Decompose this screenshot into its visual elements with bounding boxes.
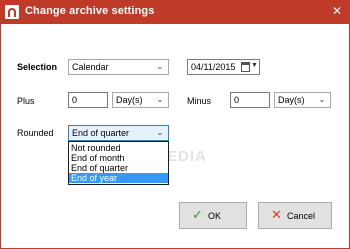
date-picker[interactable]: 04/11/2015 ▼ — [187, 59, 260, 75]
rounded-value: End of quarter — [72, 128, 130, 138]
rounded-combobox[interactable]: End of quarter ⌄ — [68, 125, 169, 141]
date-value: 04/11/2015 — [191, 62, 236, 72]
rounded-label: Rounded — [17, 128, 54, 138]
x-icon: ✕ — [271, 207, 282, 222]
check-icon: ✓ — [192, 207, 203, 222]
chevron-down-icon: ⌄ — [156, 95, 164, 104]
chevron-down-icon: ⌄ — [318, 95, 326, 104]
selection-value: Calendar — [72, 62, 109, 72]
chevron-down-icon: ⌄ — [156, 62, 164, 71]
window-title: Change archive settings — [25, 5, 155, 17]
chevron-down-icon: ⌄ — [156, 128, 164, 137]
cancel-label: Cancel — [287, 211, 316, 221]
dropdown-option[interactable]: End of month — [69, 153, 168, 163]
selection-combobox[interactable]: Calendar ⌄ — [68, 59, 169, 75]
minus-label: Minus — [187, 96, 212, 106]
title-bar: Change archive settings ✕ — [0, 0, 350, 24]
minus-unit-combobox[interactable]: Day(s) ⌄ — [274, 92, 331, 108]
dropdown-option[interactable]: Not rounded — [69, 143, 168, 153]
dropdown-option-highlighted[interactable]: End of year — [69, 173, 168, 183]
dropdown-option[interactable]: End of quarter — [69, 163, 168, 173]
cancel-button[interactable]: ✕ Cancel — [258, 202, 332, 229]
chevron-down-icon[interactable]: ▼ — [251, 62, 258, 69]
close-button[interactable]: ✕ — [330, 4, 344, 18]
minus-number-input[interactable]: 0 — [230, 92, 270, 108]
selection-label: Selection — [17, 62, 58, 72]
rounded-dropdown-list[interactable]: Not rounded End of month End of quarter … — [68, 141, 169, 185]
ok-button[interactable]: ✓ OK — [179, 202, 247, 229]
calendar-icon[interactable] — [241, 62, 250, 72]
plus-number-input[interactable]: 0 — [68, 92, 108, 108]
ok-label: OK — [208, 211, 222, 221]
plus-label: Plus — [17, 96, 35, 106]
plus-unit-combobox[interactable]: Day(s) ⌄ — [112, 92, 169, 108]
app-logo-icon — [5, 5, 19, 19]
